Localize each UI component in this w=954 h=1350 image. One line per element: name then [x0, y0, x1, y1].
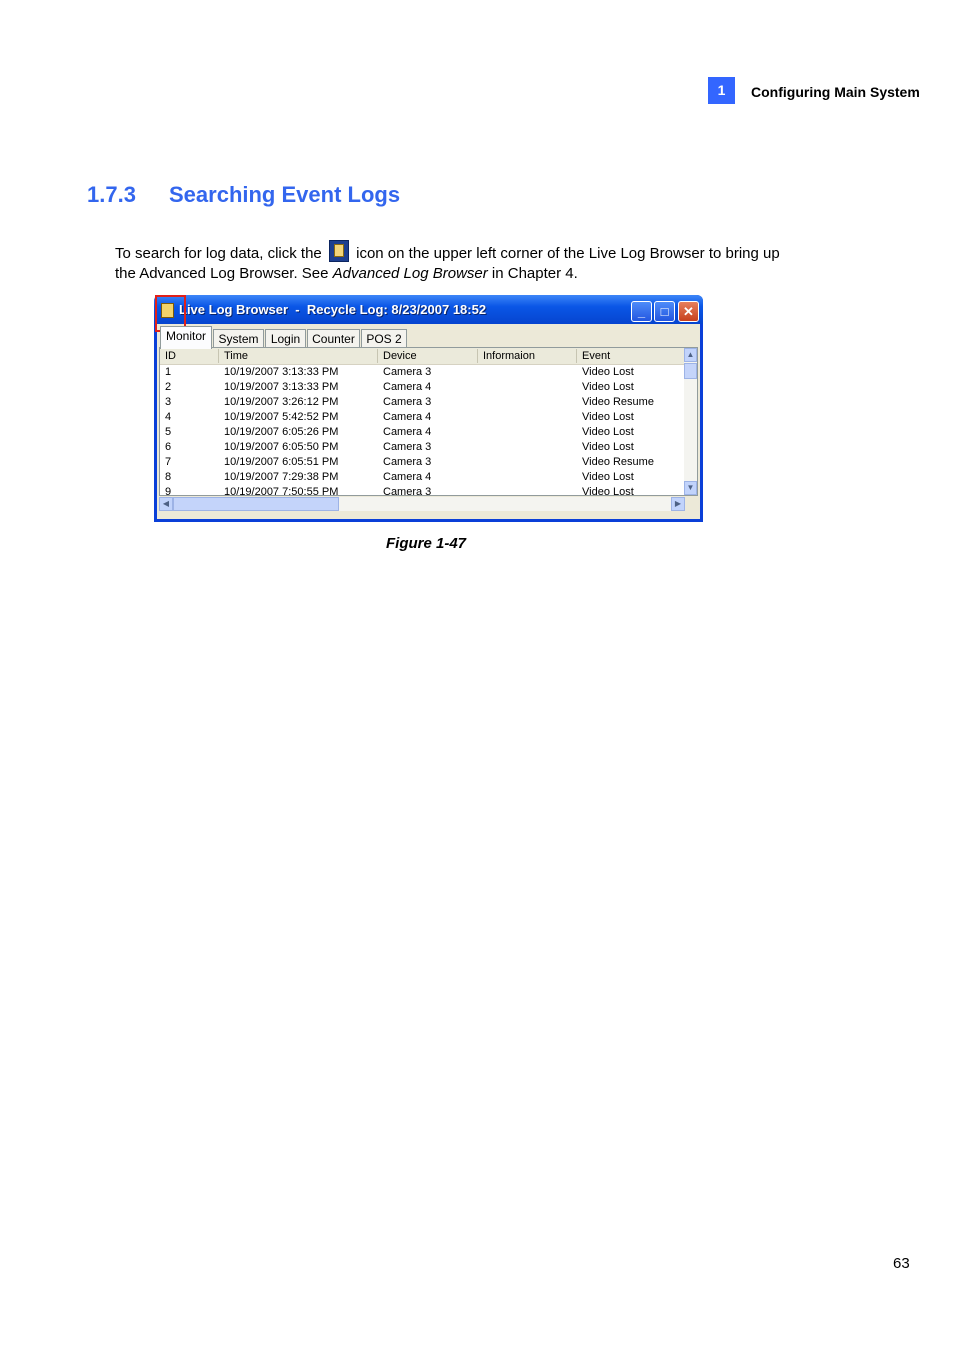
paragraph-text: in Chapter 4. — [487, 265, 578, 282]
table-cell: 10/19/2007 7:50:55 PM — [224, 486, 339, 495]
title-bar[interactable]: Live Log Browser - Recycle Log: 8/23/200… — [154, 295, 703, 324]
table-cell: Camera 4 — [383, 426, 432, 438]
paragraph-text: To search for log data, click the — [115, 245, 322, 262]
table-cell: 10/19/2007 6:05:50 PM — [224, 441, 339, 453]
table-cell: 3 — [165, 396, 172, 408]
vertical-scrollbar[interactable]: ▲ ▼ — [684, 348, 697, 495]
paragraph-text: icon on the upper left corner of the Liv… — [356, 245, 780, 262]
table-cell: 1 — [165, 366, 172, 378]
table-cell: 6 — [165, 441, 172, 453]
section-heading: 1.7.3 Searching Event Logs — [87, 182, 400, 208]
table-cell: Camera 3 — [383, 486, 432, 495]
table-row[interactable]: 4 10/19/2007 5:42:52 PM Camera 4 Video Lost — [160, 410, 686, 425]
horizontal-scroll-thumb[interactable] — [173, 497, 339, 511]
paragraph-line-1: To search for log data, click the icon o… — [115, 240, 780, 262]
clipboard-icon — [328, 240, 349, 262]
table-cell: Camera 3 — [383, 366, 432, 378]
table-cell: 5 — [165, 426, 172, 438]
section-number: 1.7.3 — [87, 182, 136, 207]
tab-login[interactable]: Login — [265, 329, 306, 348]
table-cell: Camera 4 — [383, 471, 432, 483]
table-cell: Video Lost — [582, 381, 634, 393]
maximize-button[interactable]: □ — [654, 301, 675, 322]
table-cell: Video Lost — [582, 441, 634, 453]
column-header-event[interactable]: Event — [577, 349, 686, 363]
scroll-thumb[interactable] — [684, 363, 697, 379]
tab-counter[interactable]: Counter — [307, 329, 360, 348]
chapter-reference: Advanced Log Browser — [332, 265, 488, 282]
column-header-id[interactable]: ID — [160, 349, 219, 363]
figure-caption: Figure 1-47 — [386, 535, 467, 552]
chapter-title: Configuring Main System — [751, 84, 920, 100]
table-cell: 10/19/2007 3:26:12 PM — [224, 396, 339, 408]
table-cell: Video Resume — [582, 456, 654, 468]
table-cell: Camera 3 — [383, 441, 432, 453]
table-cell: 10/19/2007 7:29:38 PM — [224, 471, 339, 483]
scroll-right-button[interactable]: ▶ — [671, 497, 685, 511]
column-header-device[interactable]: Device — [378, 349, 478, 363]
tab-monitor[interactable]: Monitor — [160, 326, 212, 349]
table-cell: 10/19/2007 5:42:52 PM — [224, 411, 339, 423]
table-row[interactable]: 9 10/19/2007 7:50:55 PM Camera 3 Video Lost — [160, 485, 686, 495]
table-cell: 7 — [165, 456, 172, 468]
log-table: ID Time Device Informaion Event 1 10/19/2… — [160, 348, 686, 495]
table-cell: 10/19/2007 6:05:51 PM — [224, 456, 339, 468]
table-cell: Video Lost — [582, 411, 634, 423]
table-row[interactable]: 2 10/19/2007 3:13:33 PM Camera 4 Video Lost — [160, 380, 686, 395]
table-cell: 9 — [165, 486, 172, 495]
table-cell: 10/19/2007 3:13:33 PM — [224, 366, 339, 378]
table-cell: Camera 3 — [383, 456, 432, 468]
table-cell: 8 — [165, 471, 172, 483]
table-row[interactable]: 6 10/19/2007 6:05:50 PM Camera 3 Video Lost — [160, 440, 686, 455]
horizontal-scrollbar[interactable]: ◀ ▶ — [159, 497, 685, 511]
scroll-left-button[interactable]: ◀ — [159, 497, 173, 511]
table-row[interactable]: 5 10/19/2007 6:05:26 PM Camera 4 Video Lost — [160, 425, 686, 440]
table-cell: Video Lost — [582, 486, 634, 495]
table-row[interactable]: 3 10/19/2007 3:26:12 PM Camera 3 Video Resu… — [160, 395, 686, 410]
paragraph-line-2: the Advanced Log Browser. See Advanced L… — [115, 265, 578, 282]
table-cell: Video Lost — [582, 426, 634, 438]
column-header-information[interactable]: Informaion — [478, 349, 577, 363]
table-cell: 2 — [165, 381, 172, 393]
table-cell: Camera 4 — [383, 381, 432, 393]
table-cell: 10/19/2007 3:13:33 PM — [224, 381, 339, 393]
chapter-badge: 1 — [708, 77, 735, 104]
scroll-down-button[interactable]: ▼ — [684, 481, 697, 495]
table-cell: Video Lost — [582, 366, 634, 378]
column-header-time[interactable]: Time — [219, 349, 378, 363]
table-header: ID Time Device Informaion Event — [160, 348, 686, 365]
live-log-browser-window: Live Log Browser - Recycle Log: 8/23/200… — [154, 295, 703, 522]
page-number: 63 — [893, 1255, 910, 1272]
minimize-button[interactable]: _ — [631, 301, 652, 322]
table-cell: Camera 3 — [383, 396, 432, 408]
table-cell: 10/19/2007 6:05:26 PM — [224, 426, 339, 438]
table-cell: Camera 4 — [383, 411, 432, 423]
window-client-area: Monitor System Login Counter POS 2 ID Ti… — [157, 324, 700, 519]
close-button[interactable]: ✕ — [678, 301, 699, 322]
table-row[interactable]: 1 10/19/2007 3:13:33 PM Camera 3 Video Lost — [160, 365, 686, 380]
tab-pos-2[interactable]: POS 2 — [361, 329, 407, 348]
table-cell: 4 — [165, 411, 172, 423]
table-cell: Video Lost — [582, 471, 634, 483]
tab-system[interactable]: System — [213, 329, 264, 348]
scroll-up-button[interactable]: ▲ — [684, 348, 697, 362]
window-title: Live Log Browser - Recycle Log: 8/23/200… — [179, 302, 487, 317]
paragraph-text: the Advanced Log Browser. See — [115, 265, 333, 282]
table-row[interactable]: 7 10/19/2007 6:05:51 PM Camera 3 Video Resu… — [160, 455, 686, 470]
table-cell: Video Resume — [582, 396, 654, 408]
section-title: Searching Event Logs — [169, 182, 401, 207]
table-row[interactable]: 8 10/19/2007 7:29:38 PM Camera 4 Video Lost — [160, 470, 686, 485]
log-panel: ID Time Device Informaion Event 1 10/19/2… — [159, 347, 698, 496]
